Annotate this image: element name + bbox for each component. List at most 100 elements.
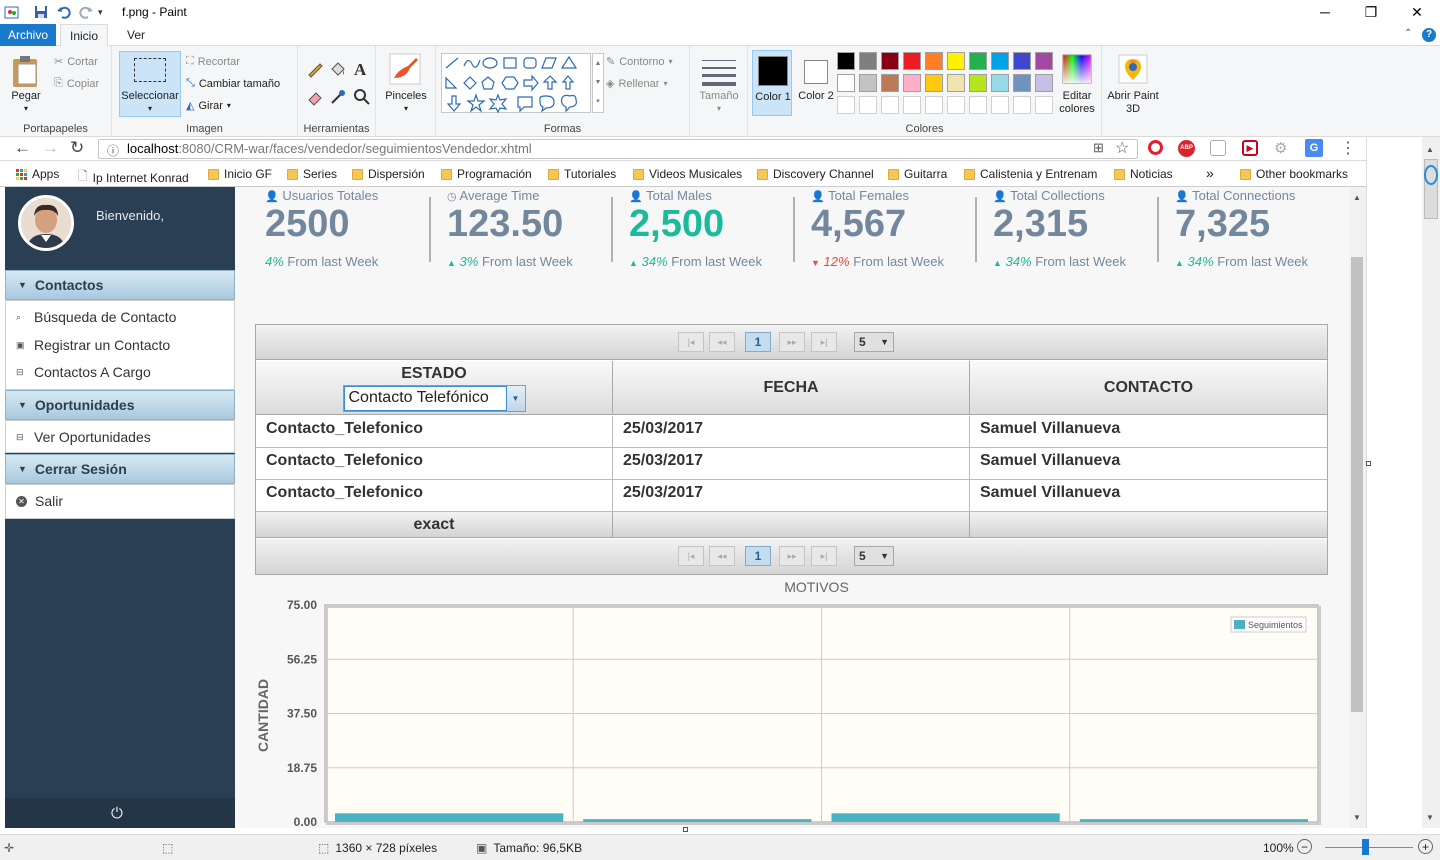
google-translate-icon[interactable]: G xyxy=(1305,139,1323,157)
eraser-icon[interactable] xyxy=(306,88,324,106)
palette-swatch[interactable] xyxy=(991,52,1009,70)
bookmark-videos-musicales[interactable]: Videos Musicales xyxy=(633,167,742,181)
palette-swatch[interactable] xyxy=(1035,74,1053,92)
help-icon[interactable]: ? xyxy=(1422,28,1436,42)
custom-color-slot[interactable] xyxy=(859,96,877,114)
bookmark-series[interactable]: Series xyxy=(287,167,337,181)
scroll-up-icon[interactable]: ▲ xyxy=(1426,145,1434,154)
maximize-button[interactable]: ❐ xyxy=(1348,0,1394,24)
bookmarks-overflow-button[interactable]: » xyxy=(1206,165,1214,181)
palette-swatch[interactable] xyxy=(991,74,1009,92)
palette-swatch[interactable] xyxy=(1013,52,1031,70)
first-page-button[interactable]: |◂ xyxy=(678,546,704,566)
scroll-down-icon[interactable]: ▼ xyxy=(1353,813,1361,822)
first-page-button[interactable]: |◂ xyxy=(678,332,704,352)
brushes-dropdown-icon[interactable]: ▾ xyxy=(376,102,436,115)
custom-color-slot[interactable] xyxy=(947,96,965,114)
custom-color-slot[interactable] xyxy=(881,96,899,114)
bookmark-inicio-gf[interactable]: Inicio GF xyxy=(208,167,272,181)
estado-filter-select[interactable]: Contacto Telefónico ▼ xyxy=(342,385,526,412)
magnifier-icon[interactable] xyxy=(353,88,371,106)
power-icon[interactable]: ⏻ xyxy=(111,805,123,822)
bookmark-discovery-channel[interactable]: Discovery Channel xyxy=(757,167,874,181)
video-extension-icon[interactable]: ▶ xyxy=(1242,140,1258,156)
palette-swatch[interactable] xyxy=(969,74,987,92)
reload-icon[interactable]: ↻ xyxy=(70,138,84,158)
palette-swatch[interactable] xyxy=(859,74,877,92)
prev-page-button[interactable]: ◂◂ xyxy=(709,332,735,352)
palette-swatch[interactable] xyxy=(925,74,943,92)
palette-swatch[interactable] xyxy=(925,52,943,70)
bookmark-other[interactable]: Other bookmarks xyxy=(1240,167,1348,181)
tab-inicio[interactable]: Inicio xyxy=(60,24,109,46)
collapse-ribbon-icon[interactable]: ⌃ xyxy=(1404,28,1412,39)
shapes-gallery[interactable] xyxy=(441,53,591,114)
url-bar[interactable]: ⓘ localhost:8080/CRM-war/faces/vendedor/s… xyxy=(98,139,1138,159)
palette-swatch[interactable] xyxy=(837,52,855,70)
bookmark-apps[interactable]: Apps xyxy=(16,167,59,181)
last-page-button[interactable]: ▸| xyxy=(811,332,837,352)
size-dropdown-icon[interactable]: ▾ xyxy=(690,102,748,115)
column-header-estado[interactable]: ESTADO Contacto Telefónico ▼ xyxy=(256,361,613,415)
shapes-scroll-icon[interactable]: ▲ ▼ ▾ xyxy=(592,53,604,113)
zoom-slider-track[interactable] xyxy=(1325,847,1413,848)
forward-icon[interactable]: → xyxy=(42,138,59,158)
adblock-icon[interactable]: ABP xyxy=(1178,140,1195,157)
copy-button[interactable]: ⎘ Copiar xyxy=(54,77,99,90)
resize-button[interactable]: ⤡ Cambiar tamaño xyxy=(186,77,280,90)
rotate-button[interactable]: ◭ Girar ▾ xyxy=(186,99,231,113)
save-icon[interactable] xyxy=(33,4,49,20)
bookmark-tutoriales[interactable]: Tutoriales xyxy=(548,167,616,181)
bookmark-guitarra[interactable]: Guitarra xyxy=(888,167,947,181)
bookmark-noticias[interactable]: Noticias xyxy=(1114,167,1173,181)
rows-per-page-select[interactable]: 5 ▼ xyxy=(854,546,894,566)
cut-button[interactable]: ✂ Cortar xyxy=(54,55,98,69)
palette-swatch[interactable] xyxy=(903,74,921,92)
palette-swatch[interactable] xyxy=(881,52,899,70)
palette-swatch[interactable] xyxy=(969,52,987,70)
column-header-fecha[interactable]: FECHA xyxy=(613,361,970,415)
prev-page-button[interactable]: ◂◂ xyxy=(709,546,735,566)
paint3d-button[interactable]: Abrir Paint 3D xyxy=(1106,90,1160,116)
bookmark-ip-internet-konrad[interactable]: 🗋 Ip Internet Konrad xyxy=(78,167,189,188)
custom-color-slot[interactable] xyxy=(837,96,855,114)
last-page-button[interactable]: ▸| xyxy=(811,546,837,566)
menu-busqueda-contacto[interactable]: ⌕ Búsqueda de Contacto xyxy=(16,309,176,325)
outline-button[interactable]: ✎ Contorno ▾ xyxy=(606,55,673,69)
browser-menu-icon[interactable]: ⋮ xyxy=(1340,138,1356,158)
zoom-slider-thumb[interactable] xyxy=(1362,839,1369,855)
next-page-button[interactable]: ▸▸ xyxy=(779,332,805,352)
back-icon[interactable]: ← xyxy=(14,138,31,158)
scroll-down-icon[interactable]: ▼ xyxy=(1426,813,1434,822)
bookmark-calistenia[interactable]: Calistenia y Entrenam xyxy=(964,167,1100,181)
extension-icon[interactable] xyxy=(1210,140,1226,156)
custom-color-slot[interactable] xyxy=(903,96,921,114)
bookmark-dispersion[interactable]: Dispersión xyxy=(352,167,425,181)
redo-icon[interactable] xyxy=(78,4,94,20)
palette-swatch[interactable] xyxy=(903,52,921,70)
fill-button[interactable]: ◈ Rellenar ▾ xyxy=(606,77,667,91)
palette-swatch[interactable] xyxy=(881,74,899,92)
opera-extension-icon[interactable] xyxy=(1148,140,1163,155)
settings-extension-icon[interactable]: ⚙ xyxy=(1274,139,1287,157)
undo-icon[interactable] xyxy=(56,4,72,20)
crop-button[interactable]: ⛶ Recortar xyxy=(186,55,240,68)
menu-ver-oportunidades[interactable]: ⊟ Ver Oportunidades xyxy=(16,429,151,445)
customize-toolbar-icon[interactable]: ▾ xyxy=(98,4,114,20)
paste-dropdown-icon[interactable]: ▾ xyxy=(4,102,48,115)
next-page-button[interactable]: ▸▸ xyxy=(779,546,805,566)
color1-button[interactable]: Color 1 xyxy=(752,50,792,116)
scroll-thumb[interactable] xyxy=(1351,257,1363,712)
rows-per-page-select[interactable]: 5 ▼ xyxy=(854,332,894,352)
minimize-button[interactable]: ─ xyxy=(1302,0,1348,24)
menu-contactos-a-cargo[interactable]: ⊟ Contactos A Cargo xyxy=(16,364,151,380)
column-header-contacto[interactable]: CONTACTO xyxy=(970,361,1327,415)
section-oportunidades[interactable]: ▼ Oportunidades xyxy=(5,390,235,420)
page-button[interactable]: 1 xyxy=(745,332,771,352)
custom-color-slot[interactable] xyxy=(969,96,987,114)
fill-bucket-icon[interactable] xyxy=(329,60,347,78)
menu-salir[interactable]: ✕ Salir xyxy=(16,493,63,509)
color-picker-icon[interactable] xyxy=(329,88,347,106)
zoom-out-button[interactable]: − xyxy=(1297,839,1312,854)
palette-swatch[interactable] xyxy=(837,74,855,92)
